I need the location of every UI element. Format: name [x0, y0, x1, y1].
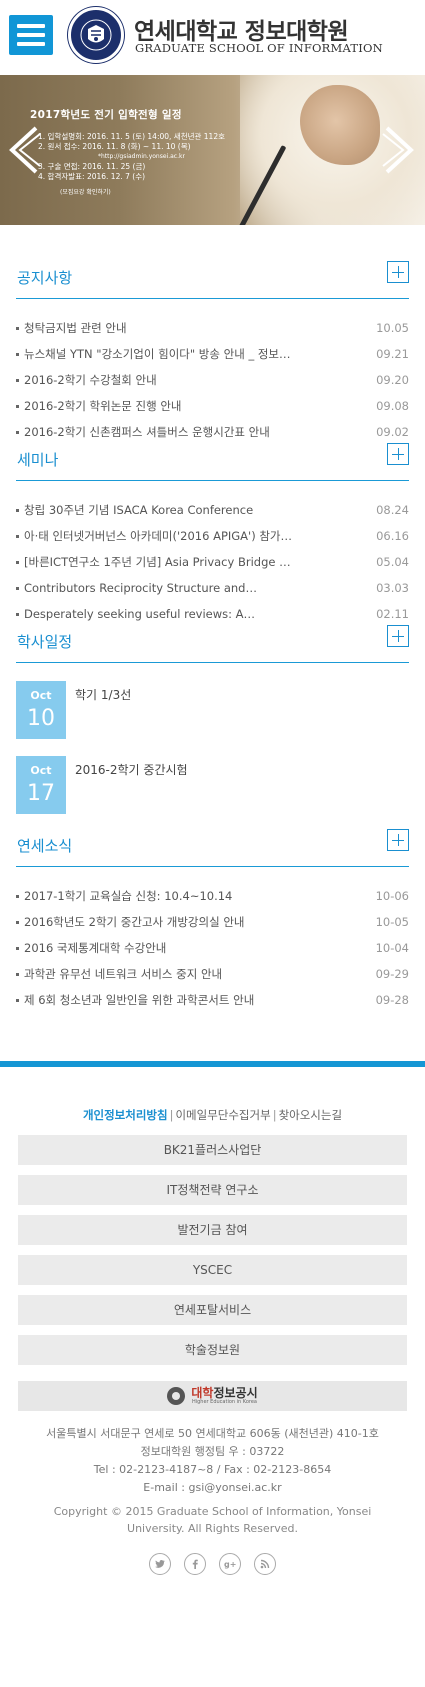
it-policy-institute-button[interactable]: IT정책전략 연구소: [18, 1175, 407, 1205]
hero-url: *http://gsiadmin.yonsei.ac.kr: [98, 153, 185, 160]
hero-line: 1. 입학설명회: 2016. 11. 5 (토) 14:00, 새천년관 11…: [38, 132, 225, 141]
yonsei-news-section: 연세소식 2017-1학기 교육실습 신청: 10.4~10.14 10-06 2…: [0, 817, 425, 1013]
schedule-item-title[interactable]: 2016-2학기 중간시험: [75, 761, 188, 778]
news-item[interactable]: 2016 국제통계대학 수강안내 10-04: [16, 935, 409, 961]
notice-title[interactable]: 공지사항: [17, 267, 72, 288]
seminar-title[interactable]: 세미나: [17, 449, 58, 470]
seminar-more-button[interactable]: [387, 443, 409, 465]
site-header: 연세대학교 정보대학원 GRADUATE SCHOOL OF INFORMATI…: [0, 0, 425, 75]
hero-guide-link[interactable]: (모집요강 확인하기): [38, 188, 225, 198]
twitter-icon[interactable]: [149, 1553, 171, 1575]
yonsei-news-more-button[interactable]: [387, 829, 409, 851]
rss-icon[interactable]: [254, 1553, 276, 1575]
yscec-button[interactable]: YSCEC: [18, 1255, 407, 1285]
footer-address: 서울특별시 서대문구 연세로 50 연세대학교 606동 (새천년관) 410-…: [46, 1427, 379, 1494]
notice-item[interactable]: 2016-2학기 학위논문 진행 안내 09.08: [16, 393, 409, 419]
privacy-policy-link[interactable]: 개인정보처리방침: [83, 1108, 168, 1122]
news-item[interactable]: 과학관 유무선 네트워크 서비스 중지 안내 09-29: [16, 961, 409, 987]
schedule-item[interactable]: Oct 17 2016-2학기 중간시험: [16, 756, 409, 814]
copyright: Copyright © 2015 Graduate School of Info…: [53, 1505, 372, 1535]
social-links: g+: [18, 1553, 407, 1575]
seminar-item[interactable]: 창립 30주년 기념 ISACA Korea Conference 08.24: [16, 497, 409, 523]
hero-line: 3. 구술 면접: 2016. 11. 25 (금): [38, 162, 146, 171]
library-button[interactable]: 학술정보원: [18, 1335, 407, 1365]
seminar-section: 세미나 창립 30주년 기념 ISACA Korea Conference 08.…: [0, 431, 425, 627]
notice-section: 공지사항 청탁금지법 관련 안내 10.05 뉴스채널 YTN "강소기업이 힘이…: [0, 249, 425, 445]
yonsei-news-title[interactable]: 연세소식: [17, 835, 72, 856]
yonsei-emblem-logo[interactable]: [68, 7, 124, 63]
google-plus-icon[interactable]: g+: [219, 1553, 241, 1575]
calendar-badge: Oct 10: [16, 681, 66, 739]
university-disclosure-button[interactable]: 대학정보공시 Higher Education in Korea: [18, 1381, 407, 1411]
schedule-more-button[interactable]: [387, 625, 409, 647]
seminar-item[interactable]: 아·태 인터넷거버넌스 아카데미('2016 APIGA') 참가… 06.16: [16, 523, 409, 549]
directions-link[interactable]: 찾아오시는길: [279, 1108, 342, 1122]
hero-title: 2017학년도 전기 입학전형 일정: [30, 109, 182, 121]
disclosure-label: 정보공시: [213, 1386, 258, 1400]
disclosure-subtitle: Higher Education in Korea: [191, 1399, 257, 1405]
svg-text:g+: g+: [224, 1560, 236, 1569]
schedule-item[interactable]: Oct 10 학기 1/3선: [16, 681, 409, 739]
schedule-title[interactable]: 학사일정: [17, 631, 72, 652]
seminar-item[interactable]: Contributors Reciprocity Structure and… 0…: [16, 575, 409, 601]
news-item[interactable]: 2016학년도 2학기 중간고사 개방강의실 안내 10-05: [16, 909, 409, 935]
footer-links: 개인정보처리방침 | 이메일무단수집거부 | 찾아오시는길: [82, 1108, 343, 1122]
disclosure-label-red: 대학: [191, 1386, 214, 1400]
notice-item[interactable]: 청탁금지법 관련 안내 10.05: [16, 315, 409, 341]
notice-item[interactable]: 2016-2학기 수강철회 안내 09.20: [16, 367, 409, 393]
seminar-item[interactable]: [바른ICT연구소 1주년 기념] Asia Privacy Bridge … 0…: [16, 549, 409, 575]
slider-prev-icon[interactable]: [6, 125, 42, 175]
slider-next-icon[interactable]: [381, 125, 417, 175]
yonsei-portal-button[interactable]: 연세포탈서비스: [18, 1295, 407, 1325]
calendar-badge: Oct 17: [16, 756, 66, 814]
disclosure-logo-icon: [167, 1387, 186, 1405]
hero-line: 2. 원서 접수: 2016. 11. 8 (화) ~ 11. 10 (목): [38, 142, 191, 151]
site-footer: 개인정보처리방침 | 이메일무단수집거부 | 찾아오시는길 BK21플러스사업단 IT정…: [0, 1067, 425, 1575]
menu-button[interactable]: [9, 15, 53, 55]
hero-banner[interactable]: 2017학년도 전기 입학전형 일정 1. 입학설명회: 2016. 11. 5…: [0, 75, 425, 225]
schedule-section: 학사일정 Oct 10 학기 1/3선 Oct 17 2016-2학기 중간시험: [0, 613, 425, 814]
logo-english[interactable]: GRADUATE SCHOOL OF INFORMATION: [135, 41, 383, 55]
email-refusal-link[interactable]: 이메일무단수집거부: [175, 1108, 270, 1122]
bk21-button[interactable]: BK21플러스사업단: [18, 1135, 407, 1165]
notice-more-button[interactable]: [387, 261, 409, 283]
donation-button[interactable]: 발전기금 참여: [18, 1215, 407, 1245]
news-item[interactable]: 제 6회 청소년과 일반인을 위한 과학콘서트 안내 09-28: [16, 987, 409, 1013]
notice-item[interactable]: 뉴스채널 YTN "강소기업이 힘이다" 방송 안내 _ 정보… 09.21: [16, 341, 409, 367]
schedule-item-title[interactable]: 학기 1/3선: [75, 686, 131, 703]
news-item[interactable]: 2017-1학기 교육실습 신청: 10.4~10.14 10-06: [16, 883, 409, 909]
hero-line: 4. 합격자발표: 2016. 12. 7 (수): [38, 172, 146, 181]
hero-text: 2017학년도 전기 입학전형 일정 1. 입학설명회: 2016. 11. 5…: [30, 107, 225, 198]
facebook-icon[interactable]: [184, 1553, 206, 1575]
